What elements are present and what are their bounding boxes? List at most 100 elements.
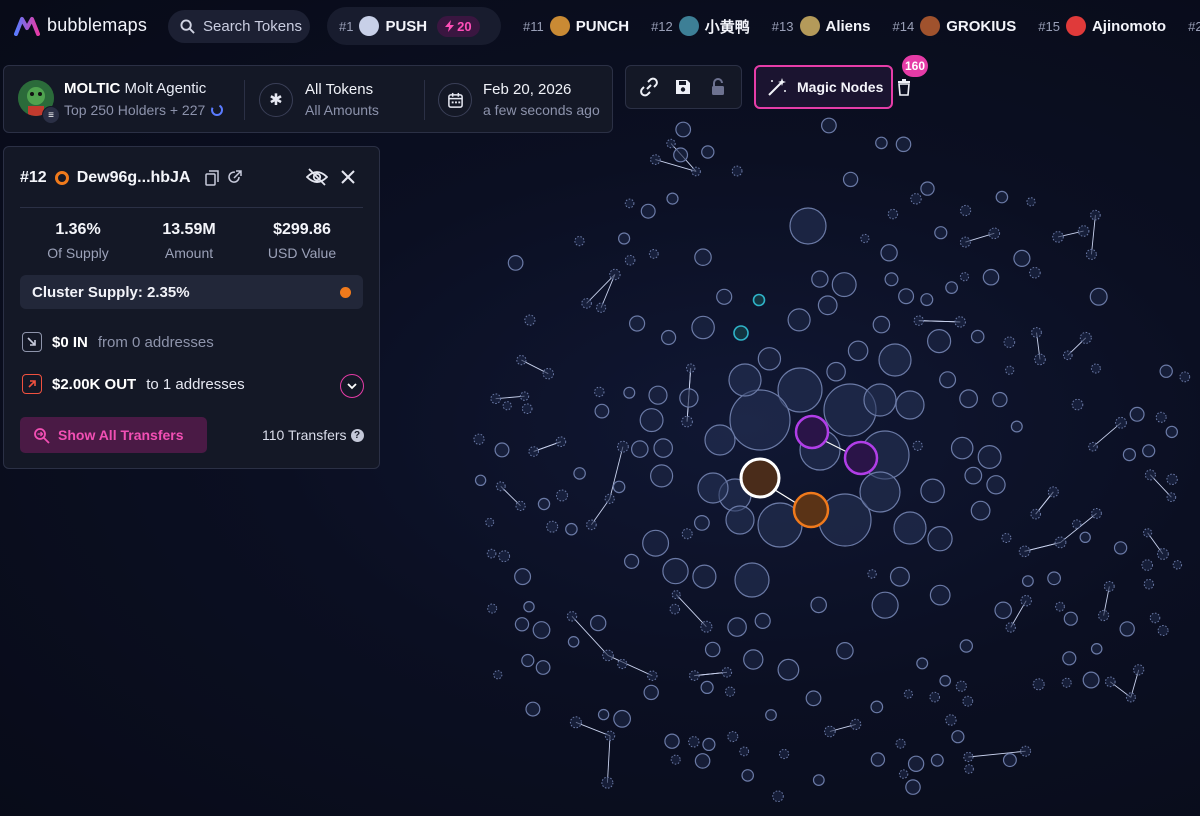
delete-magic-nodes-button[interactable] [893, 73, 915, 101]
holder-bubble[interactable] [681, 415, 693, 428]
holder-bubble[interactable] [960, 204, 972, 217]
holder-bubble[interactable] [982, 268, 1000, 286]
holder-bubble[interactable] [1179, 371, 1191, 383]
holder-bubble[interactable] [826, 361, 846, 382]
holder-bubble[interactable] [507, 254, 524, 271]
holder-bubble[interactable] [887, 208, 899, 220]
holder-bubble[interactable] [604, 493, 615, 504]
holder-bubble[interactable] [653, 438, 673, 458]
holders-info[interactable]: Top 250 Holders + 227 [64, 102, 224, 118]
holder-bubble[interactable] [1088, 441, 1098, 452]
holder-bubble[interactable] [970, 500, 991, 521]
holder-bubble[interactable] [670, 754, 681, 765]
holder-bubble[interactable] [556, 489, 568, 502]
holder-bubble[interactable] [893, 511, 927, 545]
holder-bubble[interactable] [959, 639, 974, 653]
holder-bubble[interactable] [1062, 651, 1077, 666]
holder-bubble[interactable] [671, 590, 681, 600]
holder-bubble[interactable] [727, 731, 739, 743]
holder-bubble[interactable] [955, 680, 967, 692]
holder-bubble[interactable] [1122, 448, 1137, 462]
holder-bubble[interactable] [537, 497, 551, 511]
holder-bubble[interactable] [624, 198, 635, 209]
holder-bubble[interactable] [701, 145, 715, 159]
purple-cluster-bubble[interactable] [794, 414, 830, 450]
cyan-cluster-bubble[interactable] [733, 325, 749, 341]
holder-bubble[interactable] [1105, 676, 1116, 688]
holder-bubble[interactable] [1061, 677, 1072, 688]
holder-bubble[interactable] [995, 190, 1009, 204]
holder-bubble[interactable] [1003, 336, 1016, 349]
holder-bubble[interactable] [649, 464, 674, 488]
holder-bubble[interactable] [895, 738, 906, 749]
holder-bubble[interactable] [675, 121, 692, 138]
holder-bubble[interactable] [842, 171, 859, 188]
holder-bubble[interactable] [1071, 398, 1084, 411]
holder-bubble[interactable] [474, 474, 487, 486]
show-all-transfers-button[interactable]: Show All Transfers [20, 417, 207, 453]
holder-bubble[interactable] [692, 564, 717, 589]
holder-bubble[interactable] [817, 295, 838, 316]
holder-bubble[interactable] [912, 440, 923, 451]
holder-bubble[interactable] [628, 315, 646, 332]
holder-bubble[interactable] [964, 466, 983, 485]
holder-bubble[interactable] [863, 383, 897, 417]
holder-bubble[interactable] [1155, 411, 1167, 423]
holder-bubble[interactable] [1055, 601, 1065, 612]
holder-bubble[interactable] [704, 424, 736, 456]
holder-bubble[interactable] [525, 701, 541, 717]
holder-bubble[interactable] [1047, 571, 1061, 586]
help-icon[interactable]: ? [350, 428, 364, 442]
holder-bubble[interactable] [597, 708, 610, 721]
holder-bubble[interactable] [1079, 331, 1092, 344]
holder-bubble[interactable] [521, 653, 535, 668]
holder-bubble[interactable] [895, 136, 912, 153]
holder-bubble[interactable] [1159, 364, 1173, 378]
holder-bubble[interactable] [1063, 350, 1073, 361]
holder-bubble[interactable] [573, 467, 586, 480]
holder-bubble[interactable] [741, 769, 754, 782]
holder-bubble[interactable] [521, 403, 533, 415]
holder-bubble[interactable] [895, 390, 925, 420]
holder-bubble[interactable] [523, 601, 535, 613]
holder-bubble[interactable] [1020, 595, 1032, 607]
holder-bubble[interactable] [1002, 753, 1017, 768]
holder-bubble[interactable] [617, 658, 628, 670]
holder-bubble[interactable] [1119, 621, 1135, 637]
holder-bubble[interactable] [1020, 745, 1032, 757]
search-input[interactable] [203, 18, 307, 35]
holder-bubble[interactable] [787, 308, 811, 332]
holder-bubble[interactable] [1166, 473, 1178, 485]
holder-bubble[interactable] [821, 117, 837, 134]
holder-bubble[interactable] [555, 436, 567, 448]
holder-bubble[interactable] [609, 268, 621, 281]
ticker-item[interactable]: #12 小黄鸭 [651, 16, 750, 37]
holder-bubble[interactable] [824, 725, 836, 738]
holder-bubble[interactable] [970, 329, 985, 344]
holder-bubble[interactable] [870, 752, 886, 767]
ticker-item[interactable]: #14 GROKIUS [893, 16, 1016, 37]
holder-bubble[interactable] [691, 166, 701, 177]
holder-bubble[interactable] [1142, 444, 1156, 458]
holder-bubble[interactable] [566, 611, 578, 622]
holder-bubble[interactable] [734, 562, 770, 598]
holder-bubble[interactable] [959, 272, 970, 282]
holder-bubble[interactable] [811, 270, 829, 288]
holder-bubble[interactable] [945, 714, 957, 726]
holder-bubble[interactable] [1129, 406, 1145, 422]
holder-bubble[interactable] [1172, 560, 1183, 570]
holder-bubble[interactable] [1149, 612, 1161, 624]
holder-bubble[interactable] [519, 391, 530, 401]
holder-bubble[interactable] [660, 329, 677, 346]
holder-bubble[interactable] [486, 548, 497, 559]
selected-holder-bubble[interactable] [739, 457, 781, 499]
holder-bubble[interactable] [727, 617, 747, 637]
holder-bubble[interactable] [1090, 209, 1101, 221]
ticker-item[interactable]: #2 [1188, 16, 1200, 37]
holder-bubble[interactable] [836, 641, 854, 660]
holder-bubble[interactable] [594, 403, 610, 419]
holder-bubble[interactable] [1077, 225, 1090, 237]
holder-bubble[interactable] [1034, 353, 1046, 366]
holder-bubble[interactable] [916, 657, 929, 670]
holder-bubble[interactable] [905, 779, 921, 795]
